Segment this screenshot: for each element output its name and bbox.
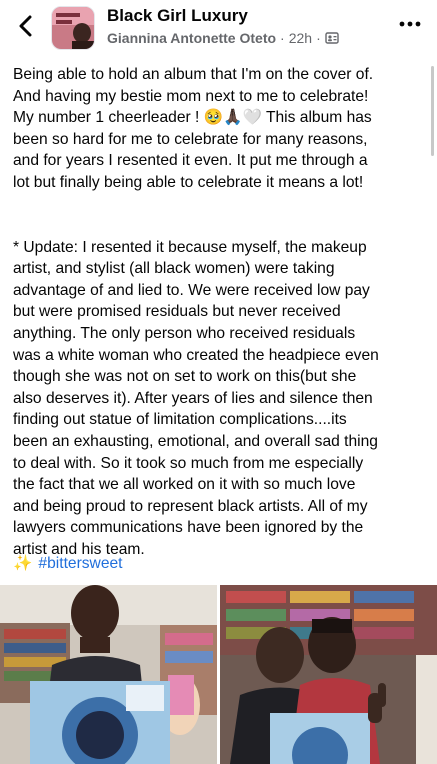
text-line: and for years I resented it even. It put…	[13, 152, 368, 170]
hashtag-row: ✨ #bittersweet	[13, 553, 123, 574]
text-line: been an exhausting, emotional, and overa…	[13, 432, 378, 450]
author-name[interactable]: Giannina Antonette Oteto	[107, 30, 276, 46]
post-body: Being able to hold an album that I'm on …	[13, 64, 423, 560]
text-line: advantage of and lied to. We were receiv…	[13, 281, 370, 299]
chevron-left-icon	[19, 15, 32, 37]
post-meta: Giannina Antonette Oteto · 22h ·	[107, 30, 339, 46]
text-line: also deserves it). After years of lies a…	[13, 389, 373, 407]
meta-separator-2: ·	[316, 30, 321, 46]
text-line: lawyers communications have been ignored…	[13, 519, 364, 537]
text-line: was a white woman who created the headpi…	[13, 346, 379, 364]
more-options-button[interactable]	[397, 14, 423, 34]
photo-left[interactable]	[0, 585, 217, 764]
text-line: My number 1 cheerleader ! 🥹🙏🏿🤍 This albu…	[13, 109, 372, 127]
text-line: to deal with. So it took so much from me…	[13, 454, 364, 472]
group-privacy-icon	[325, 32, 339, 44]
post-time[interactable]: 22h	[289, 30, 312, 46]
group-avatar[interactable]	[51, 6, 95, 50]
text-line: been so hard for me to celebrate for man…	[13, 130, 368, 148]
text-line: and being proud to represent black artis…	[13, 497, 368, 515]
sparkles-icon: ✨	[13, 555, 33, 572]
text-line: * Update: I resented it because myself, …	[13, 238, 367, 256]
text-line: but were promised residuals but never re…	[13, 303, 341, 321]
hashtag-link[interactable]: #bittersweet	[38, 555, 122, 572]
text-line: artist, and stylist (all black women) we…	[13, 260, 335, 278]
text-line: lot but finally being able to celebrate …	[13, 173, 364, 191]
text-line: anything. The only person who received r…	[13, 324, 356, 342]
text-line: though she was not on set to work on thi…	[13, 368, 357, 386]
back-button[interactable]	[10, 10, 42, 42]
group-name[interactable]: Black Girl Luxury	[107, 6, 248, 26]
meta-separator: ·	[280, 30, 285, 46]
scrollbar[interactable]	[431, 66, 434, 156]
photo-right[interactable]	[220, 585, 437, 764]
text-line: Being able to hold an album that I'm on …	[13, 66, 374, 83]
text-line: finding out statue of limitation complic…	[13, 411, 347, 429]
more-horizontal-icon	[399, 21, 421, 27]
photo-grid	[0, 585, 437, 764]
text-line: the fact that we all worked on it with s…	[13, 476, 356, 494]
text-line: And having my bestie mom next to me to c…	[13, 87, 369, 105]
post-header: Black Girl Luxury Giannina Antonette Ote…	[0, 0, 437, 62]
